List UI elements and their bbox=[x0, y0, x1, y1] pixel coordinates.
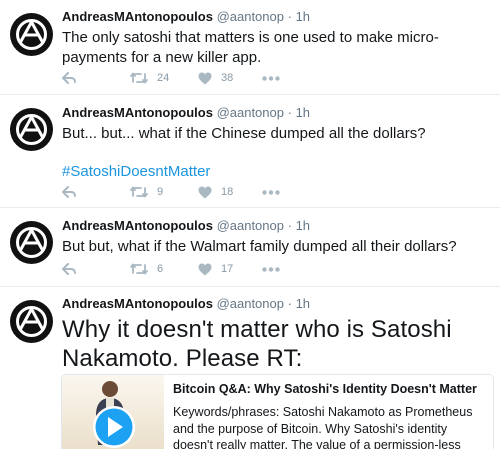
author-name[interactable]: AndreasMAntonopoulos bbox=[62, 296, 213, 311]
avatar[interactable] bbox=[10, 13, 53, 56]
tweet-header: AndreasMAntonopoulos @aantonop · 1h bbox=[62, 9, 492, 25]
card-description: Keywords/phrases: Satoshi Nakamoto as Pr… bbox=[173, 405, 473, 449]
separator-dot: · bbox=[287, 9, 292, 24]
reply-icon bbox=[62, 263, 76, 275]
more-button[interactable] bbox=[262, 266, 280, 272]
tweet-header: AndreasMAntonopoulos @aantonop · 1h bbox=[62, 296, 492, 312]
author-name[interactable]: AndreasMAntonopoulos bbox=[62, 218, 213, 233]
retweet-icon bbox=[130, 263, 148, 275]
speaker-image-icon bbox=[93, 381, 135, 448]
separator-dot: · bbox=[287, 296, 292, 311]
tweet-text: The only satoshi that matters is one use… bbox=[62, 29, 439, 66]
avatar[interactable] bbox=[10, 300, 53, 343]
retweet-icon bbox=[130, 72, 148, 84]
reply-button[interactable] bbox=[62, 263, 130, 275]
retweet-icon bbox=[130, 186, 148, 198]
card-title[interactable]: Bitcoin Q&A: Why Satoshi's Identity Does… bbox=[173, 381, 485, 398]
anarchy-logo-avatar-icon bbox=[10, 300, 53, 343]
like-count: 17 bbox=[221, 263, 234, 275]
tweet[interactable]: AndreasMAntonopoulos @aantonop · 1h But.… bbox=[0, 95, 500, 208]
link-preview-card[interactable]: Bitcoin Q&A: Why Satoshi's Identity Does… bbox=[61, 374, 494, 449]
reply-icon bbox=[62, 72, 76, 84]
anarchy-logo-avatar-icon bbox=[10, 221, 53, 264]
author-handle[interactable]: @aantonop bbox=[217, 218, 284, 233]
author-handle[interactable]: @aantonop bbox=[217, 105, 284, 120]
more-dots-icon bbox=[262, 266, 280, 272]
separator-dot: · bbox=[287, 105, 292, 120]
like-button[interactable]: 18 bbox=[198, 186, 262, 199]
more-dots-icon bbox=[262, 189, 280, 195]
retweet-button[interactable]: 9 bbox=[130, 186, 198, 198]
tweet-text: Why it doesn't matter who is Satoshi Nak… bbox=[62, 316, 452, 372]
author-handle[interactable]: @aantonop bbox=[217, 296, 284, 311]
tweet[interactable]: AndreasMAntonopoulos @aantonop · 1h The … bbox=[0, 0, 500, 95]
like-button[interactable]: 17 bbox=[198, 263, 262, 276]
retweet-button[interactable]: 6 bbox=[130, 263, 198, 275]
like-count: 38 bbox=[221, 72, 234, 84]
retweet-count: 24 bbox=[157, 72, 170, 84]
retweet-count: 9 bbox=[157, 186, 164, 198]
hashtag-link[interactable]: #SatoshiDoesntMatter bbox=[62, 162, 492, 182]
timestamp[interactable]: 1h bbox=[296, 218, 310, 233]
avatar[interactable] bbox=[10, 108, 53, 151]
anarchy-logo-avatar-icon bbox=[10, 108, 53, 151]
more-button[interactable] bbox=[262, 75, 280, 81]
avatar[interactable] bbox=[10, 221, 53, 264]
reply-button[interactable] bbox=[62, 186, 130, 198]
heart-icon bbox=[198, 72, 212, 84]
tweet-header: AndreasMAntonopoulos @aantonop · 1h bbox=[62, 105, 492, 121]
reply-button[interactable] bbox=[62, 72, 130, 84]
like-count: 18 bbox=[221, 186, 234, 198]
timestamp[interactable]: 1h bbox=[296, 105, 310, 120]
retweet-button[interactable]: 24 bbox=[130, 72, 198, 84]
more-dots-icon bbox=[262, 75, 280, 81]
author-handle[interactable]: @aantonop bbox=[217, 9, 284, 24]
heart-icon bbox=[198, 186, 212, 198]
tweet-text: But... but... what if the Chinese dumped… bbox=[62, 125, 426, 142]
anarchy-logo-avatar-icon bbox=[10, 13, 53, 56]
retweet-count: 6 bbox=[157, 263, 164, 275]
video-thumbnail[interactable] bbox=[62, 375, 164, 449]
author-name[interactable]: AndreasMAntonopoulos bbox=[62, 9, 213, 24]
heart-icon bbox=[198, 263, 212, 275]
timestamp[interactable]: 1h bbox=[296, 9, 310, 24]
like-button[interactable]: 38 bbox=[198, 72, 262, 85]
tweet[interactable]: AndreasMAntonopoulos @aantonop · 1h But … bbox=[0, 208, 500, 287]
tweet-text: But but, what if the Walmart family dump… bbox=[62, 238, 457, 255]
tweet-header: AndreasMAntonopoulos @aantonop · 1h bbox=[62, 218, 492, 234]
reply-icon bbox=[62, 186, 76, 198]
separator-dot: · bbox=[287, 218, 292, 233]
timestamp[interactable]: 1h bbox=[296, 296, 310, 311]
author-name[interactable]: AndreasMAntonopoulos bbox=[62, 105, 213, 120]
more-button[interactable] bbox=[262, 189, 280, 195]
